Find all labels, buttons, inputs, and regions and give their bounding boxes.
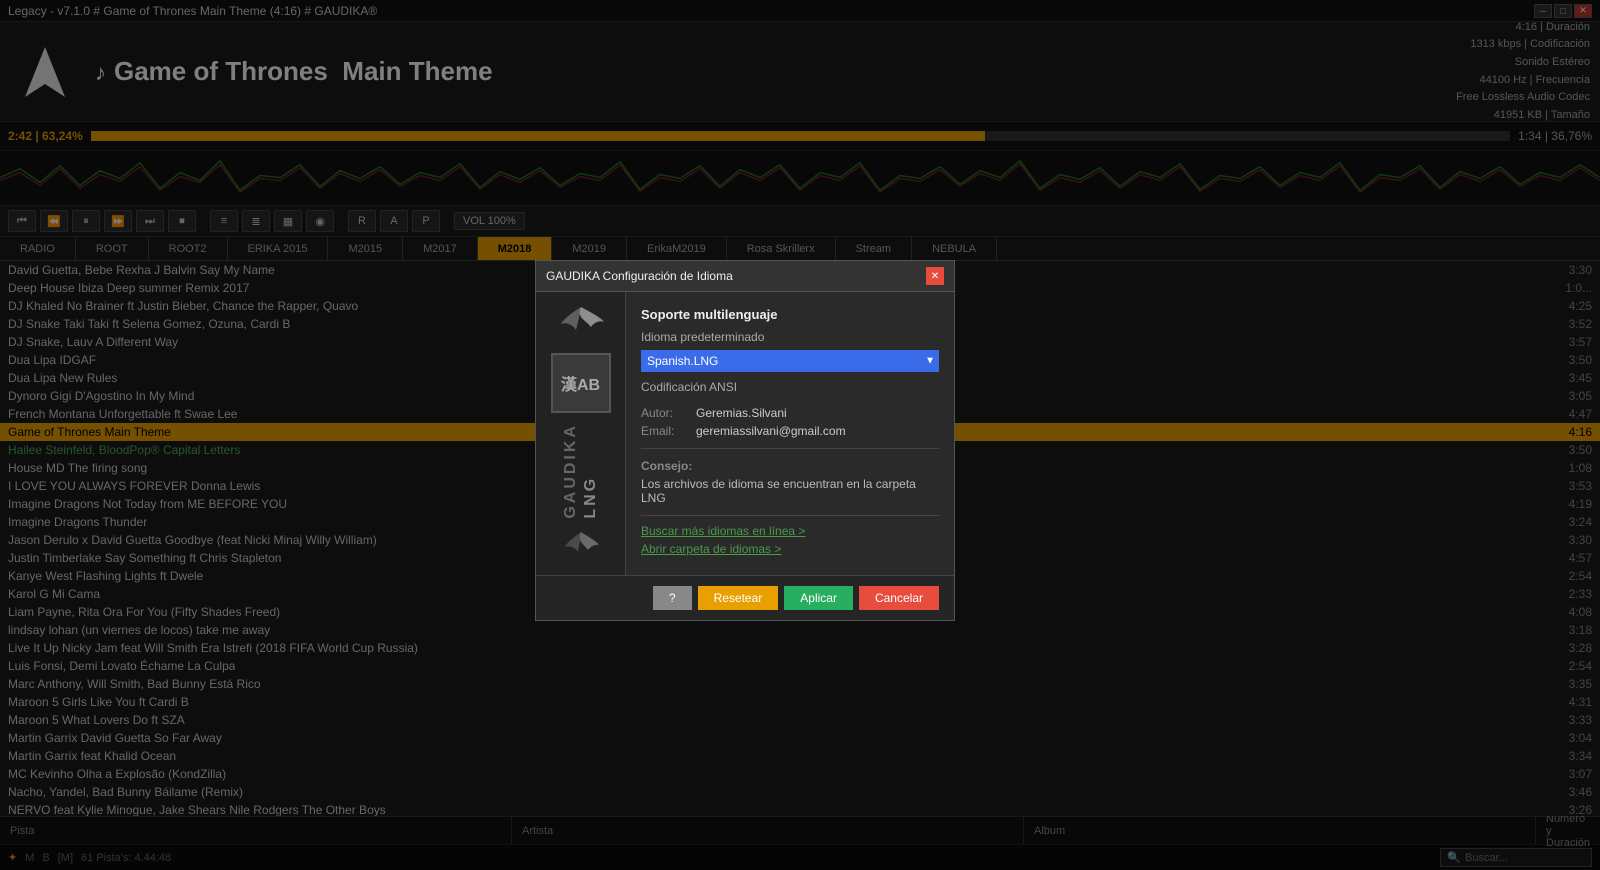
modal-title: GAUDIKA Configuración de Idioma [546, 269, 733, 283]
lang-select[interactable]: Spanish.LNG English.LNG Portuguese.LNG [641, 350, 939, 372]
language-config-modal: GAUDIKA Configuración de Idioma ✕ 漢AB [535, 260, 955, 621]
author-value: Geremias.Silvani [696, 406, 787, 420]
consejo-text: Los archivos de idioma se encuentran en … [641, 477, 939, 505]
cancel-button[interactable]: Cancelar [859, 586, 939, 610]
modal-content: Soporte multilenguaje Idioma predetermin… [626, 292, 954, 575]
modal-divider2 [641, 515, 939, 516]
modal-titlebar: GAUDIKA Configuración de Idioma ✕ [536, 261, 954, 292]
modal-close-button[interactable]: ✕ [926, 267, 944, 285]
apply-button[interactable]: Aplicar [784, 586, 853, 610]
multilang-label: Soporte multilenguaje [641, 307, 939, 322]
email-value: geremiassilvani@gmail.com [696, 424, 846, 438]
modal-sidebar: 漢AB GAUDIKA LNG [536, 292, 626, 575]
consejo-label: Consejo: [641, 459, 939, 473]
modal-buttons: ? Resetear Aplicar Cancelar [536, 575, 954, 620]
help-button[interactable]: ? [653, 586, 692, 610]
email-label: Email: [641, 424, 696, 438]
modal-divider [641, 448, 939, 449]
author-row: Autor: Geremias.Silvani [641, 406, 939, 420]
modal-overlay: GAUDIKA Configuración de Idioma ✕ 漢AB [0, 0, 1600, 870]
modal-body: 漢AB GAUDIKA LNG [536, 292, 954, 575]
gaudika-logo: 漢AB GAUDIKA LNG [546, 292, 616, 575]
bird-icon-bottom [561, 527, 601, 565]
search-online-link[interactable]: Buscar más idiomas en línea > [641, 524, 939, 538]
reset-button[interactable]: Resetear [698, 586, 779, 610]
lang-label: Idioma predeterminado [641, 330, 939, 344]
open-folder-link[interactable]: Abrir carpeta de idiomas > [641, 542, 939, 556]
bird-icon-top [556, 302, 606, 345]
author-label: Autor: [641, 406, 696, 420]
ansi-label: Codificación ANSI [641, 380, 939, 394]
gaudika-icon-box: 漢AB [551, 353, 611, 413]
email-row: Email: geremiassilvani@gmail.com [641, 424, 939, 438]
gaudika-text-area: GAUDIKA LNG [562, 423, 600, 519]
lang-select-wrapper: Spanish.LNG English.LNG Portuguese.LNG ▼ [641, 350, 939, 372]
